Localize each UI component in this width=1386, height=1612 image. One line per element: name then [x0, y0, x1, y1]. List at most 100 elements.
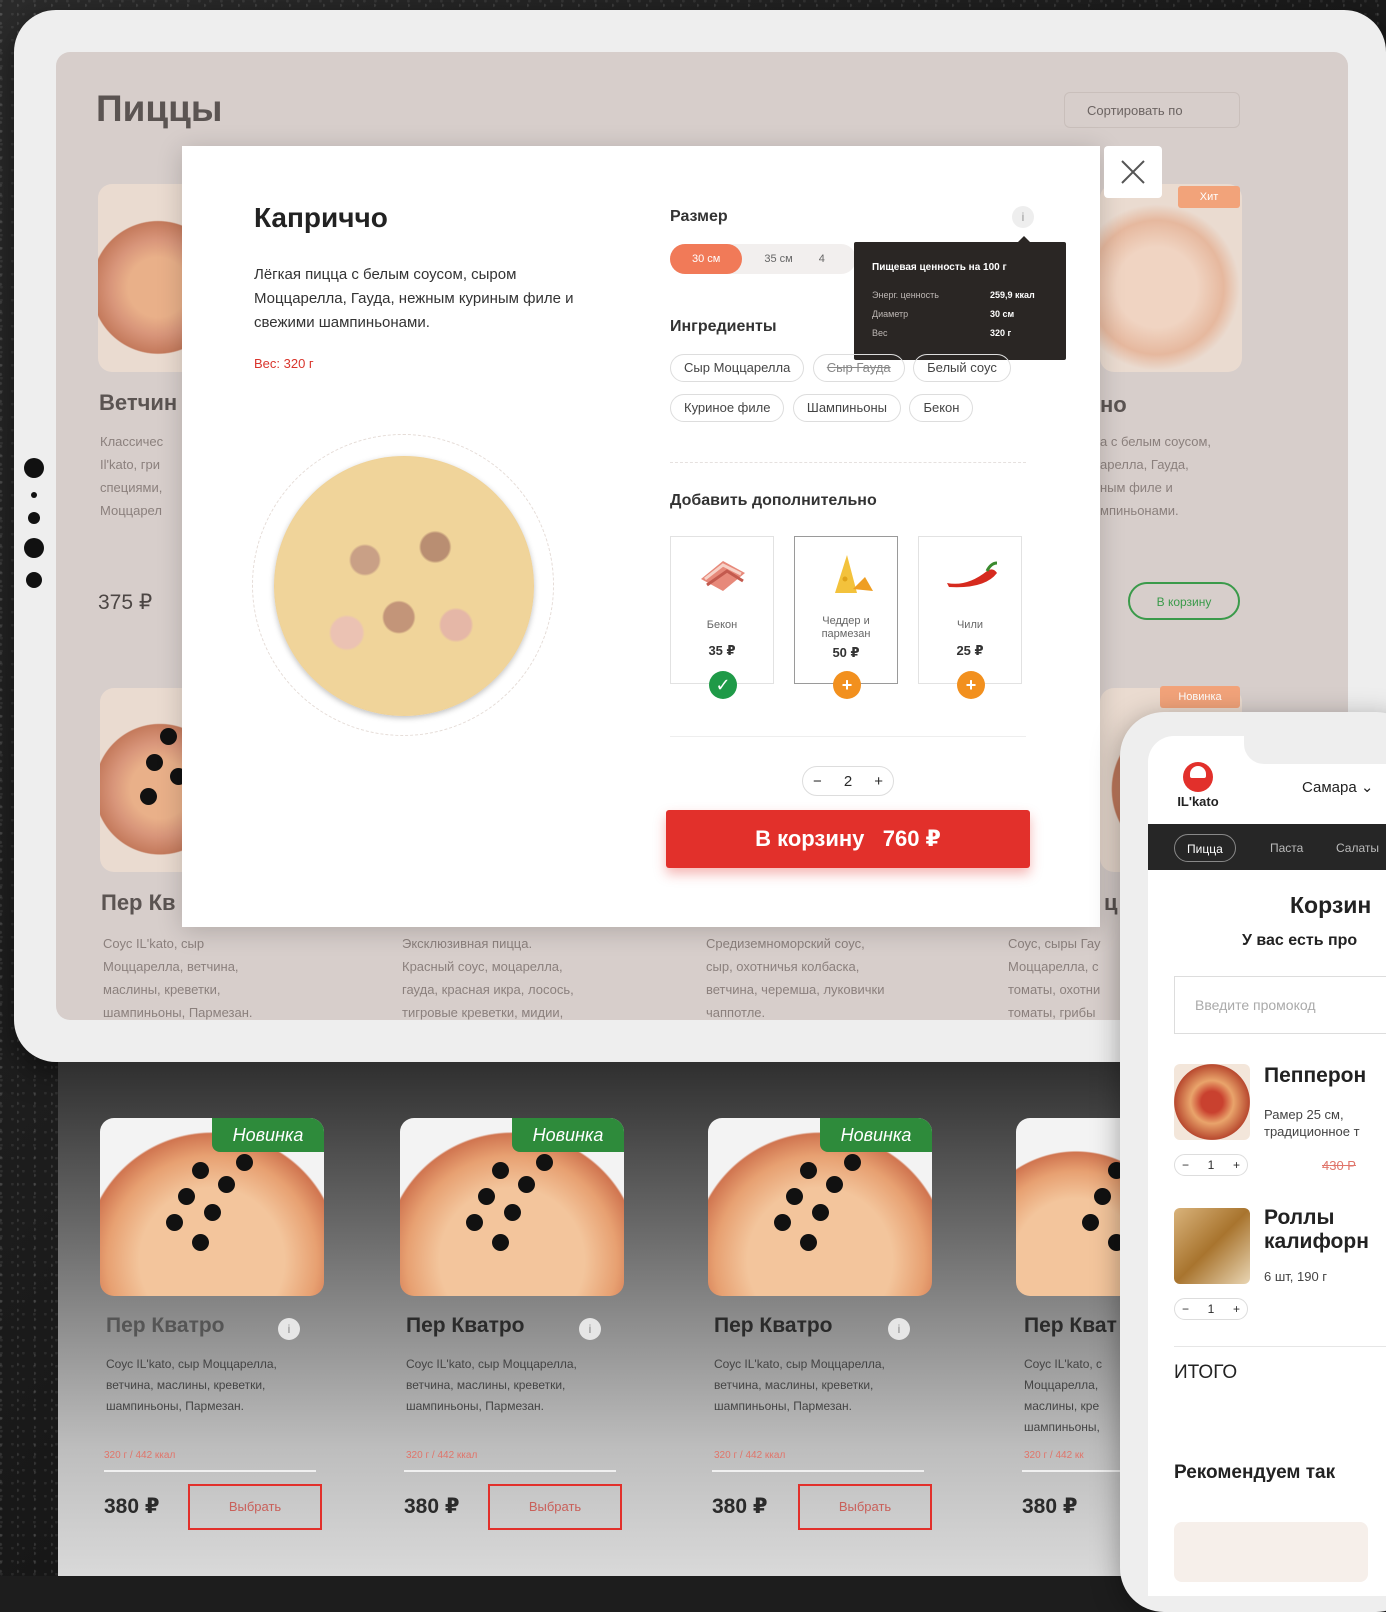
product-name: Пер Кватро: [406, 1314, 525, 1337]
product-image: [1016, 1118, 1136, 1296]
ingredient-chip[interactable]: Шампиньоны: [792, 394, 901, 422]
bg-card-name: Ветчин: [99, 390, 178, 415]
product-title: Каприччо: [254, 202, 388, 233]
ingredient-chip[interactable]: Белый соус: [913, 354, 1011, 382]
city-select[interactable]: Самара ⌄: [1302, 778, 1373, 796]
bg-card-desc: Соус IL'kato, сыр Моццарелла, ветчина, ма…: [103, 936, 253, 1020]
select-button[interactable]: Выбрать: [488, 1484, 622, 1530]
size-option-40[interactable]: 4: [815, 244, 829, 274]
size-label: Размер: [670, 208, 728, 225]
dot[interactable]: [24, 538, 44, 558]
bg-card-name: ц: [1104, 890, 1118, 915]
cart-item-name: Роллы калифорн: [1264, 1206, 1369, 1253]
nutrition-tooltip: Пищевая ценность на 100 г Энерг. ценност…: [854, 236, 1066, 360]
plus-button[interactable]: +: [1233, 1158, 1240, 1172]
logo[interactable]: IL'kato: [1172, 762, 1224, 809]
phone-notch: [1244, 730, 1386, 764]
plus-button[interactable]: +: [1233, 1302, 1240, 1316]
bg-card-name: но: [1100, 392, 1127, 417]
bg-card-desc: а с белым соусом, арелла, Гауда, ным филе…: [1100, 434, 1212, 518]
new-tag: Новинка: [512, 1118, 624, 1152]
nutrition-row: Вес 320 г: [872, 328, 1012, 338]
select-button[interactable]: Выбрать: [188, 1484, 322, 1530]
product-image: Новинка: [708, 1118, 932, 1296]
new-tag: Новинка: [1160, 686, 1240, 708]
add-icon[interactable]: +: [833, 671, 861, 699]
cart-item-quantity: − 1 +: [1174, 1154, 1248, 1176]
close-button[interactable]: [1104, 146, 1162, 198]
cart-item-name: Пепперон: [1264, 1064, 1367, 1087]
info-icon[interactable]: i: [1012, 206, 1034, 228]
promo-question: У вас есть про: [1242, 932, 1358, 949]
size-selector: 30 см 35 см 4: [670, 244, 856, 274]
extras-label: Добавить дополнительно: [670, 492, 877, 509]
product-price: 380 ₽: [104, 1495, 160, 1518]
minus-button[interactable]: −: [1182, 1158, 1189, 1172]
dot[interactable]: [31, 492, 37, 498]
ingredient-chip[interactable]: Куриное филе: [670, 394, 785, 422]
close-icon: [1121, 160, 1145, 184]
ingredient-chip-removed[interactable]: Сыр Гауда: [812, 354, 905, 382]
add-to-cart-button[interactable]: В корзину 760 ₽: [666, 810, 1030, 868]
chili-icon: [947, 561, 998, 588]
carousel-dots: [22, 458, 46, 602]
info-icon[interactable]: i: [278, 1318, 300, 1340]
extra-price: 35 ₽: [708, 643, 736, 658]
tab-pasta[interactable]: Паста: [1270, 834, 1303, 862]
tab-salads[interactable]: Салаты: [1336, 834, 1379, 862]
product-desc: Соус IL'kato, с Моццарелла, маслины, кре…: [1024, 1357, 1103, 1434]
product-desc: Соус IL'kato, сыр Моццарелла, ветчина, м…: [406, 1357, 577, 1413]
size-option-30[interactable]: 30 см: [670, 244, 743, 274]
logo-text: IL'kato: [1177, 794, 1219, 809]
extra-price: 25 ₽: [956, 643, 984, 658]
logo-icon: [1183, 762, 1213, 792]
product-kcal: 320 г / 442 ккал: [714, 1450, 786, 1461]
tab-pizza[interactable]: Пицца: [1174, 834, 1236, 862]
check-icon[interactable]: ✓: [709, 671, 737, 699]
extra-item[interactable]: Чили 25 ₽ +: [918, 536, 1022, 699]
add-to-cart-button[interactable]: В корзину: [1128, 582, 1240, 620]
extra-item[interactable]: Бекон 35 ₽ ✓: [670, 536, 774, 699]
recommend-card[interactable]: [1174, 1522, 1368, 1582]
product-description: Лёгкая пицца с белым соусом, сыром Моцца…: [254, 266, 574, 331]
product-price: 380 ₽: [404, 1495, 460, 1518]
bacon-icon: [701, 561, 745, 591]
quantity-value: 2: [843, 772, 853, 790]
extra-item[interactable]: Чеддер и пармезан 50 ₽ +: [794, 536, 898, 699]
minus-button[interactable]: −: [1182, 1302, 1189, 1316]
product-kcal: 320 г / 442 ккал: [104, 1450, 176, 1461]
ingredient-chip[interactable]: Сыр Моццарелла: [670, 354, 805, 382]
ingredients-label: Ингредиенты: [670, 318, 777, 335]
pizza-image: [274, 456, 534, 716]
plus-button[interactable]: +: [874, 773, 883, 790]
product-kcal: 320 г / 442 кк: [1024, 1450, 1084, 1461]
select-button[interactable]: Выбрать: [798, 1484, 932, 1530]
hit-tag: Хит: [1178, 186, 1240, 208]
bg-card-name: Пер Кв: [101, 890, 176, 915]
new-tag: Новинка: [212, 1118, 324, 1152]
product-image: Новинка: [100, 1118, 324, 1296]
recommend-title: Рекомендуем так: [1174, 1462, 1336, 1483]
dot[interactable]: [28, 512, 40, 524]
ingredient-chip[interactable]: Бекон: [909, 394, 974, 422]
size-option-35[interactable]: 35 см: [742, 244, 814, 274]
divider: [1022, 1470, 1132, 1472]
divider: [670, 736, 1026, 737]
info-icon[interactable]: i: [888, 1318, 910, 1340]
chevron-down-icon: ⌄: [1360, 779, 1374, 796]
divider: [670, 462, 1026, 463]
new-tag: Новинка: [820, 1118, 932, 1152]
add-icon[interactable]: +: [957, 671, 985, 699]
product-desc: Соус IL'kato, сыр Моццарелла, ветчина, м…: [714, 1357, 885, 1413]
sort-dropdown[interactable]: Сортировать по: [1064, 92, 1240, 128]
promo-input[interactable]: Введите промокод: [1174, 976, 1386, 1034]
cart-item-image: [1174, 1208, 1250, 1284]
extra-name: Чили: [956, 619, 984, 631]
product-price: 380 ₽: [1022, 1495, 1078, 1518]
info-icon[interactable]: i: [579, 1318, 601, 1340]
minus-button[interactable]: −: [813, 773, 822, 790]
dot[interactable]: [24, 458, 44, 478]
dot[interactable]: [26, 572, 42, 588]
cart-item-image: [1174, 1064, 1250, 1140]
product-weight: Вес: 320 г: [254, 356, 314, 371]
